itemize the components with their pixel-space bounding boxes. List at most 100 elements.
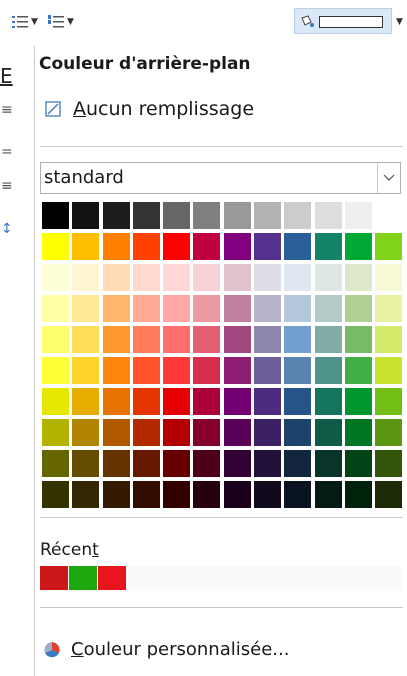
color-swatch[interactable] bbox=[132, 326, 160, 353]
chevron-down-icon[interactable]: ▼ bbox=[67, 12, 74, 32]
color-swatch[interactable] bbox=[314, 481, 342, 508]
color-swatch[interactable] bbox=[254, 450, 282, 477]
color-swatch[interactable] bbox=[223, 233, 251, 260]
color-swatch[interactable] bbox=[42, 388, 69, 415]
color-swatch[interactable] bbox=[344, 233, 372, 260]
color-swatch[interactable] bbox=[163, 295, 191, 322]
color-swatch[interactable] bbox=[375, 264, 403, 291]
color-swatch[interactable] bbox=[314, 357, 342, 384]
color-swatch[interactable] bbox=[254, 264, 282, 291]
color-swatch[interactable] bbox=[72, 450, 100, 477]
color-swatch[interactable] bbox=[284, 233, 312, 260]
color-swatch[interactable] bbox=[254, 481, 282, 508]
color-swatch[interactable] bbox=[223, 264, 251, 291]
color-swatch[interactable] bbox=[72, 264, 100, 291]
color-swatch[interactable] bbox=[254, 295, 282, 322]
background-color-button[interactable] bbox=[294, 8, 392, 34]
color-swatch[interactable] bbox=[193, 326, 221, 353]
color-swatch[interactable] bbox=[314, 326, 342, 353]
color-swatch[interactable] bbox=[314, 202, 342, 229]
color-swatch[interactable] bbox=[344, 326, 372, 353]
color-swatch[interactable] bbox=[254, 388, 282, 415]
color-swatch[interactable] bbox=[132, 202, 160, 229]
color-swatch[interactable] bbox=[132, 388, 160, 415]
color-swatch[interactable] bbox=[102, 419, 130, 446]
color-swatch[interactable] bbox=[375, 202, 403, 229]
color-swatch[interactable] bbox=[314, 233, 342, 260]
color-swatch[interactable] bbox=[223, 202, 251, 229]
color-swatch[interactable] bbox=[193, 388, 221, 415]
color-swatch[interactable] bbox=[102, 264, 130, 291]
color-swatch[interactable] bbox=[102, 326, 130, 353]
color-swatch[interactable] bbox=[163, 450, 191, 477]
color-swatch[interactable] bbox=[163, 264, 191, 291]
color-swatch[interactable] bbox=[375, 388, 403, 415]
recent-color-swatch[interactable] bbox=[69, 566, 97, 590]
no-fill-button[interactable]: Aucun remplissage bbox=[45, 96, 254, 122]
recent-color-swatch[interactable] bbox=[40, 566, 68, 590]
custom-color-button[interactable]: Couleur personnalisée... bbox=[43, 639, 289, 660]
color-swatch[interactable] bbox=[284, 295, 312, 322]
color-swatch[interactable] bbox=[344, 388, 372, 415]
color-swatch[interactable] bbox=[163, 326, 191, 353]
color-swatch[interactable] bbox=[42, 264, 69, 291]
color-swatch[interactable] bbox=[314, 419, 342, 446]
color-swatch[interactable] bbox=[72, 233, 100, 260]
color-swatch[interactable] bbox=[223, 388, 251, 415]
color-swatch[interactable] bbox=[284, 388, 312, 415]
color-swatch[interactable] bbox=[72, 202, 100, 229]
color-swatch[interactable] bbox=[132, 295, 160, 322]
color-swatch[interactable] bbox=[42, 450, 69, 477]
color-swatch[interactable] bbox=[72, 326, 100, 353]
numbered-list-icon[interactable] bbox=[46, 12, 66, 32]
color-swatch[interactable] bbox=[193, 233, 221, 260]
color-swatch[interactable] bbox=[42, 202, 69, 229]
color-swatch[interactable] bbox=[102, 388, 130, 415]
color-swatch[interactable] bbox=[375, 419, 403, 446]
color-swatch[interactable] bbox=[223, 295, 251, 322]
color-swatch[interactable] bbox=[193, 264, 221, 291]
color-swatch[interactable] bbox=[375, 326, 403, 353]
color-swatch[interactable] bbox=[344, 357, 372, 384]
color-swatch[interactable] bbox=[42, 419, 69, 446]
color-swatch[interactable] bbox=[163, 357, 191, 384]
color-swatch[interactable] bbox=[314, 450, 342, 477]
color-swatch[interactable] bbox=[102, 233, 130, 260]
color-swatch[interactable] bbox=[102, 481, 130, 508]
color-swatch[interactable] bbox=[102, 202, 130, 229]
color-swatch[interactable] bbox=[132, 419, 160, 446]
color-swatch[interactable] bbox=[223, 357, 251, 384]
color-swatch[interactable] bbox=[284, 419, 312, 446]
color-swatch[interactable] bbox=[344, 202, 372, 229]
palette-select[interactable]: standard bbox=[40, 162, 401, 194]
color-swatch[interactable] bbox=[132, 450, 160, 477]
color-swatch[interactable] bbox=[344, 419, 372, 446]
color-swatch[interactable] bbox=[375, 357, 403, 384]
color-swatch[interactable] bbox=[344, 264, 372, 291]
color-swatch[interactable] bbox=[344, 295, 372, 322]
chevron-down-icon[interactable] bbox=[377, 163, 400, 193]
color-swatch[interactable] bbox=[284, 450, 312, 477]
color-swatch[interactable] bbox=[223, 326, 251, 353]
color-swatch[interactable] bbox=[254, 419, 282, 446]
color-swatch[interactable] bbox=[42, 295, 69, 322]
color-swatch[interactable] bbox=[132, 357, 160, 384]
color-swatch[interactable] bbox=[193, 481, 221, 508]
color-swatch[interactable] bbox=[223, 419, 251, 446]
color-swatch[interactable] bbox=[163, 388, 191, 415]
color-swatch[interactable] bbox=[254, 202, 282, 229]
color-swatch[interactable] bbox=[132, 233, 160, 260]
color-swatch[interactable] bbox=[375, 481, 403, 508]
color-swatch[interactable] bbox=[42, 233, 69, 260]
color-swatch[interactable] bbox=[42, 357, 69, 384]
color-swatch[interactable] bbox=[72, 419, 100, 446]
color-swatch[interactable] bbox=[314, 295, 342, 322]
color-swatch[interactable] bbox=[193, 202, 221, 229]
color-swatch[interactable] bbox=[163, 481, 191, 508]
color-swatch[interactable] bbox=[284, 481, 312, 508]
color-swatch[interactable] bbox=[193, 419, 221, 446]
color-swatch[interactable] bbox=[163, 233, 191, 260]
color-swatch[interactable] bbox=[132, 264, 160, 291]
color-swatch[interactable] bbox=[284, 357, 312, 384]
color-swatch[interactable] bbox=[193, 295, 221, 322]
